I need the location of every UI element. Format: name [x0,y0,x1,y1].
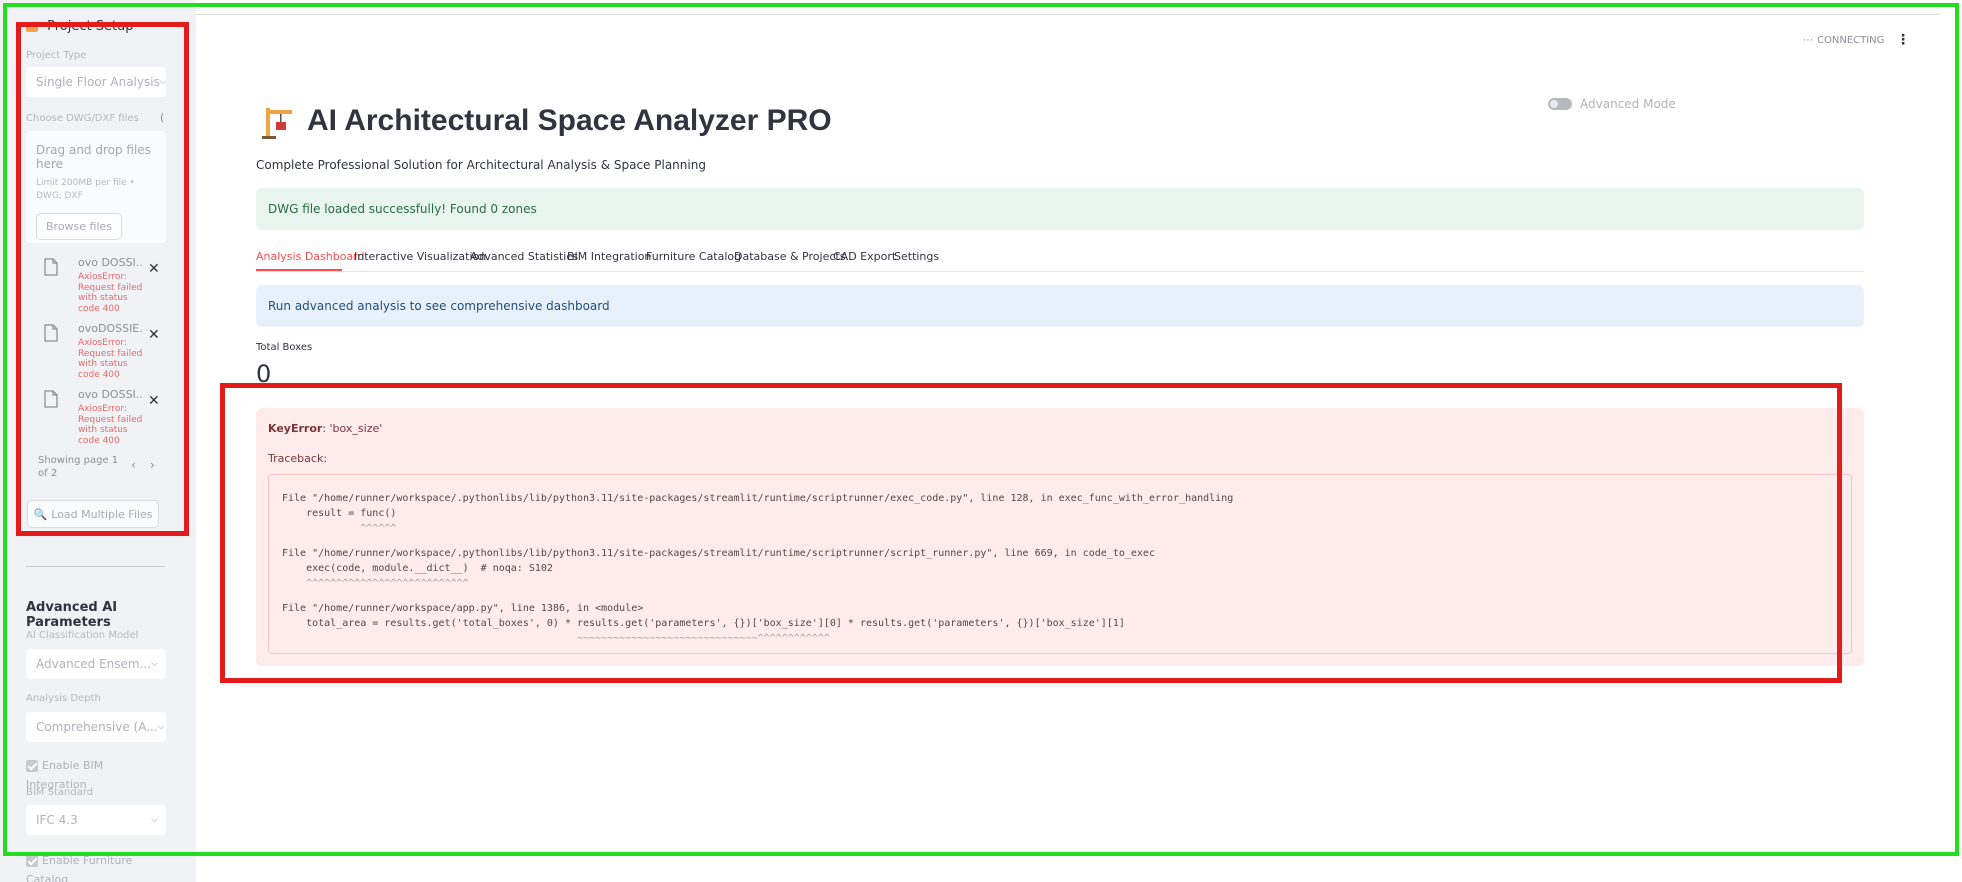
dropzone-limit: Limit 200MB per file • DWG, DXF [36,178,135,201]
furniture-checkbox-label: Enable Furniture Catalog [26,854,133,882]
tab-advanced-statistics[interactable]: Advanced Statistics [470,250,578,263]
metric-label: Total Boxes [256,342,313,353]
advanced-mode-label: Advanced Mode [1580,97,1676,111]
traceback-line: File "/home/runner/workspace/app.py", li… [282,603,644,614]
checkbox-checked-icon[interactable] [26,854,38,867]
file-error: AxiosError: Request failed with status c… [78,404,143,446]
file-icon [44,390,58,408]
status-text: CONNECTING [1817,35,1885,46]
tab-settings[interactable]: Settings [894,250,939,263]
bim-standard-value: IFC 4.3 [36,813,78,827]
exception-message: : 'box_size' [322,422,383,435]
file-dropzone[interactable]: Drag and drop files here Limit 200MB per… [26,131,166,243]
advanced-mode-toggle[interactable]: Advanced Mode [1548,97,1676,111]
traceback-code: File "/home/runner/workspace/.pythonlibs… [268,474,1852,654]
tab-interactive-visualization[interactable]: Interactive Visualization [354,250,486,263]
folder-icon [26,21,38,32]
remove-file-icon[interactable]: ✕ [148,393,160,409]
uploader-label: Choose DWG/DXF files [26,113,139,124]
help-icon[interactable]: ( [160,111,164,124]
depth-select[interactable]: Comprehensive (A... ⌵ [26,712,166,742]
traceback-line: exec(code, module.__dict__) # noqa: S102 [282,563,553,574]
traceback-line: total_area = results.get('total_boxes', … [282,618,1125,629]
tab-database-projects[interactable]: Database & Projects [734,250,845,263]
bim-standard-label: BIM Standard [26,787,94,798]
project-type-value: Single Floor Analysis [36,75,160,89]
tab-bim-integration[interactable]: BIM Integration [567,250,651,263]
traceback-line: File "/home/runner/workspace/.pythonlibs… [282,493,1234,504]
tab-analysis-dashboard[interactable]: Analysis Dashboard [256,250,365,263]
project-type-select[interactable]: Single Floor Analysis ⌵ [26,67,166,97]
checkbox-checked-icon[interactable] [26,759,38,772]
connection-status: ⋯ CONNECTING [1803,35,1884,46]
chevron-down-icon: ⌵ [157,722,165,732]
chevron-down-icon: ⌵ [151,659,158,669]
depth-value: Comprehensive (A... [36,720,158,734]
traceback-line: ^^^^^^ [282,523,397,534]
main-menu-icon[interactable]: ⋮ [1896,32,1910,48]
metric-value: 0 [256,360,272,388]
sidebar-divider [26,566,165,567]
traceback-line: ~~~~~~~~~~~~~~~~~~~~~~~~~~~~~~^^^^^^^^^^… [282,633,830,644]
exception-title: KeyError: 'box_size' [268,422,382,435]
model-value: Advanced Ensem... [36,657,152,671]
traceback-line: ^^^^^^^^^^^^^^^^^^^^^^^^^^^ [282,578,469,589]
file-name: ovo DOSSI... [78,388,144,401]
file-icon [44,258,58,276]
browse-files-button[interactable]: Browse files [36,213,123,240]
tab-bar: Analysis Dashboard Interactive Visualiza… [256,248,1864,272]
file-error: AxiosError: Request failed with status c… [78,272,143,314]
next-page-icon[interactable]: › [150,458,155,472]
search-icon: 🔍 [33,507,48,521]
active-tab-indicator [256,269,342,271]
success-alert: DWG file loaded successfully! Found 0 zo… [256,188,1864,230]
tab-furniture-catalog[interactable]: Furniture Catalog [646,250,741,263]
remove-file-icon[interactable]: ✕ [148,327,160,343]
toggle-switch[interactable] [1548,98,1572,110]
advanced-params-heading: Advanced AI Parameters [26,600,118,630]
file-name: ovo DOSSI... [78,256,144,269]
dropzone-text: Drag and drop files here [36,143,151,171]
file-name: ovoDOSSIE... [78,322,144,335]
chevron-down-icon: ⌵ [159,77,166,87]
info-alert: Run advanced analysis to see comprehensi… [256,285,1864,327]
exception-box: KeyError: 'box_size' Traceback: File "/h… [256,408,1864,666]
info-text: Run advanced analysis to see comprehensi… [268,299,610,313]
traceback-line: result = func() [282,508,397,519]
load-button-label: Load Multiple Files [51,507,153,521]
exception-type: KeyError [268,422,323,435]
file-error: AxiosError: Request failed with status c… [78,338,143,380]
app-root: Project Setup Project Type Single Floor … [0,0,1962,882]
bim-standard-select[interactable]: IFC 4.3 ⌵ [26,805,166,835]
project-type-label: Project Type [26,50,87,61]
crane-icon [262,108,292,139]
traceback-line: File "/home/runner/workspace/.pythonlibs… [282,548,1155,559]
traceback-label: Traceback: [268,452,328,465]
model-select[interactable]: Advanced Ensem... ⌵ [26,649,166,679]
furniture-checkbox-row[interactable]: Enable Furniture Catalog [26,850,166,882]
model-label: AI Classification Model [26,630,139,641]
sidebar-section-title: Project Setup [26,16,166,35]
tab-cad-export[interactable]: CAD Export [833,250,896,263]
sidebar: Project Setup Project Type Single Floor … [0,0,196,882]
chevron-down-icon: ⌵ [151,815,158,825]
page-title: AI Architectural Space Analyzer PRO [307,104,832,137]
success-text: DWG file loaded successfully! Found 0 zo… [268,202,537,216]
pagination-text: Showing page 1 of 2 [38,455,119,479]
file-icon [44,324,58,342]
dots-icon: ⋯ [1803,35,1813,46]
page-subtitle: Complete Professional Solution for Archi… [256,158,706,172]
depth-label: Analysis Depth [26,693,101,704]
load-multiple-files-button[interactable]: 🔍 Load Multiple Files [27,500,159,528]
remove-file-icon[interactable]: ✕ [148,261,160,277]
header-divider [196,14,1940,15]
section-title-text: Project Setup [47,19,134,34]
prev-page-icon[interactable]: ‹ [131,458,136,472]
